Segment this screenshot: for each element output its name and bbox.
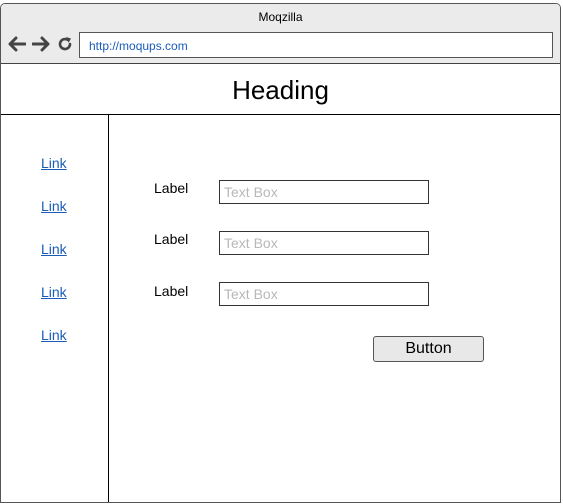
text-box-input[interactable] bbox=[219, 180, 429, 204]
sidebar-link[interactable]: Link bbox=[41, 155, 67, 171]
reload-button[interactable] bbox=[56, 35, 74, 53]
field-label: Label bbox=[154, 283, 189, 299]
window-title: Moqzilla bbox=[258, 10, 303, 24]
arrow-right-icon bbox=[32, 36, 50, 52]
field-label: Label bbox=[154, 231, 189, 247]
sidebar-link[interactable]: Link bbox=[41, 327, 67, 343]
submit-button[interactable]: Button bbox=[373, 336, 484, 362]
browser-window: Moqzilla http://moqups.com Heading Link … bbox=[0, 3, 561, 503]
reload-icon bbox=[58, 37, 72, 51]
page-heading: Heading bbox=[232, 75, 329, 105]
url-bar[interactable]: http://moqups.com bbox=[79, 32, 553, 58]
field-label: Label bbox=[154, 180, 189, 196]
page-header: Heading bbox=[1, 64, 560, 115]
browser-toolbar: Moqzilla http://moqups.com bbox=[1, 4, 560, 64]
sidebar-link[interactable]: Link bbox=[41, 284, 67, 300]
sidebar-link[interactable]: Link bbox=[41, 198, 67, 214]
sidebar-link[interactable]: Link bbox=[41, 241, 67, 257]
text-box-input[interactable] bbox=[219, 282, 429, 306]
back-button[interactable] bbox=[8, 35, 26, 53]
forward-button[interactable] bbox=[32, 35, 50, 53]
text-box-input[interactable] bbox=[219, 231, 429, 255]
arrow-left-icon bbox=[8, 36, 26, 52]
sidebar bbox=[1, 115, 109, 502]
